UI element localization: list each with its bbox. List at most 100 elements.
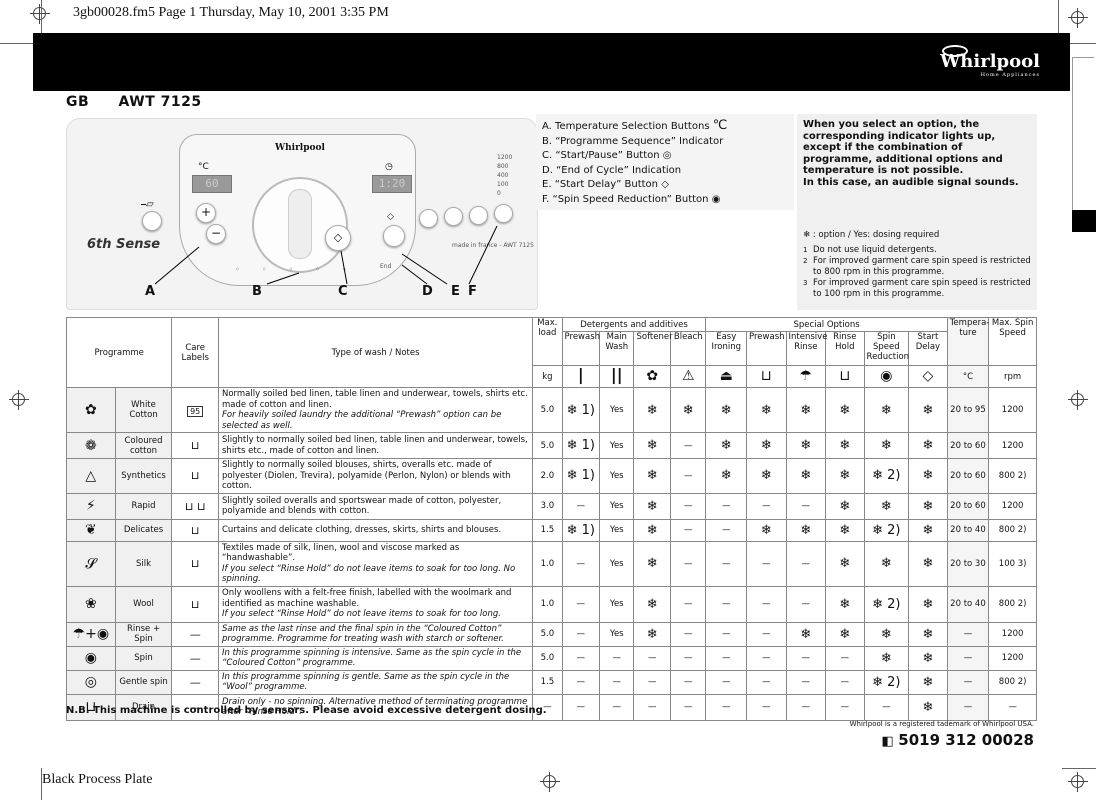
option-cell: — (561, 540, 601, 587)
wash-notes: Textiles made of silk, linen, wool and v… (217, 540, 534, 587)
option-cell: — (705, 669, 748, 695)
table-row: ☂+◉ Rinse + Spin — Same as the last rinse a… (66, 621, 1037, 647)
option-cell: — (669, 518, 707, 542)
option-cell: ❄ (825, 540, 865, 587)
softener-icon: ✿ (633, 365, 671, 388)
programme-name: Spin (114, 645, 173, 671)
option-cell: — (705, 585, 748, 623)
option-cell: ❄ 1) (561, 458, 601, 494)
option-cell: ❄ (633, 518, 671, 542)
footnotes: ❄ : option / Yes: dosing required 1 Do no… (803, 230, 1033, 300)
programme-name: Rapid (114, 492, 173, 520)
info-panel: When you select an option, the correspon… (797, 114, 1037, 310)
option-cell: ❄ (705, 458, 748, 494)
option-cell: Yes (599, 432, 635, 459)
option-cell: — (561, 669, 601, 695)
registration-mark (9, 390, 29, 410)
option-cell: ❄ (746, 432, 787, 459)
prewash-dose-icon: | (561, 365, 601, 388)
option-cell: Yes (599, 621, 635, 647)
option-cell: ❄ (908, 492, 948, 520)
button-legend: A. Temperature Selection Buttons ℃ B. “P… (536, 114, 794, 210)
option-cell: — (825, 645, 865, 671)
option-cell: ❄ (908, 540, 948, 587)
option-cell: — (669, 621, 707, 647)
care-label: — (171, 645, 219, 671)
table-row: ❀ Wool ⊔ Only woollens with a felt-free fin… (66, 585, 1037, 623)
temperature-range: — (946, 621, 990, 647)
option-cell: — (746, 621, 787, 647)
option-cell: — (669, 492, 707, 520)
option-cell: Yes (599, 458, 635, 494)
option-cell: — (669, 585, 707, 623)
option-cell: — (561, 693, 601, 721)
max-load: 5.0 (532, 621, 563, 647)
table-row: △ Synthetics ⊔ Slightly to normally soiled … (66, 458, 1037, 494)
col-opt-prewash: Prewash (746, 331, 787, 366)
col-bleach: Bleach (669, 331, 707, 366)
option-cell: ❄ (863, 540, 910, 587)
option-cell: ❄ (633, 621, 671, 647)
spin-icon: ◉ (66, 645, 116, 671)
option-cell: Yes (599, 585, 635, 623)
care-label: ⊔ (171, 458, 219, 494)
legend-item-d: D. “End of Cycle” Indication (542, 164, 682, 176)
unit-celsius: °C (946, 365, 990, 388)
option-cell: ❄ (863, 432, 910, 459)
option-cell: ❄ (633, 585, 671, 623)
logo-swoosh-icon (942, 45, 969, 57)
option-cell: — (561, 621, 601, 647)
col-intensive-rinse: Intensive Rinse (785, 331, 827, 366)
max-spin-speed: 1200 (988, 645, 1037, 671)
table-row: 𝓢 Silk ⊔ Textiles made of silk, linen, wool… (66, 540, 1037, 587)
option-cell: ❄ (825, 585, 865, 623)
option-cell: Yes (599, 540, 635, 587)
option-cell: ❄ (746, 518, 787, 542)
max-load: 1.0 (532, 540, 563, 587)
legend-item-c: C. “Start/Pause” Button ◎ (542, 150, 672, 161)
registration-mark (30, 4, 50, 24)
start-delay-icon: ◇ (908, 365, 948, 388)
brand-banner: Whirlpool Home Appliances (33, 33, 1070, 91)
table-row: ◉ Spin — In this programme spinning is inte… (66, 645, 1037, 671)
option-cell: — (825, 693, 865, 721)
option-cell: — (669, 693, 707, 721)
max-spin-speed: 1200 (988, 492, 1037, 520)
model-title: GB AWT 7125 (66, 94, 226, 110)
footnote: 2 For improved garment care spin speed is… (803, 256, 1031, 277)
option-cell: Yes (599, 492, 635, 520)
care-label: ⊔ (171, 518, 219, 542)
callout-arrows (154, 225, 498, 285)
callout-d: D (422, 284, 433, 299)
option-cell: ❄ (825, 432, 865, 459)
option-cell: — (633, 645, 671, 671)
care-tub-icon: ⊔ ⊔ (184, 499, 206, 513)
programme-name: White Cotton (114, 387, 173, 433)
care-label: — (171, 621, 219, 647)
option-cell: — (863, 693, 910, 721)
option-cell: — (705, 540, 748, 587)
programme-name: Rinse + Spin (114, 621, 173, 647)
option-cell: — (669, 669, 707, 695)
care-label: ⊔ (171, 540, 219, 587)
programme-name: Silk (114, 540, 173, 587)
wash-notes: Slightly soiled overalls and sportswear … (217, 492, 534, 520)
celsius-icon: ℃ (712, 118, 728, 133)
option-cell: — (599, 693, 635, 721)
temperature-range: 20 to 30 (946, 540, 990, 587)
option-cell: — (561, 492, 601, 520)
care-label: ⊔ ⊔ (171, 492, 219, 520)
col-main-wash: Main Wash (599, 331, 635, 366)
part-number: ◧ 5019 312 00028 (881, 731, 1034, 749)
option-cell: — (705, 645, 748, 671)
spin-icon: ◉ (711, 193, 721, 205)
option-cell: ❄ (908, 621, 948, 647)
crop-line (1062, 768, 1096, 769)
rapid-icon: ⚡ (66, 492, 116, 520)
start-pause-icon: ◎ (662, 150, 672, 161)
option-cell: ❄ 2) (863, 585, 910, 623)
legend-item-e: E. “Start Delay” Button ◇ (542, 179, 669, 190)
max-spin-speed: 1200 (988, 621, 1037, 647)
option-cell: — (785, 492, 827, 520)
callout-b: B (252, 284, 262, 299)
